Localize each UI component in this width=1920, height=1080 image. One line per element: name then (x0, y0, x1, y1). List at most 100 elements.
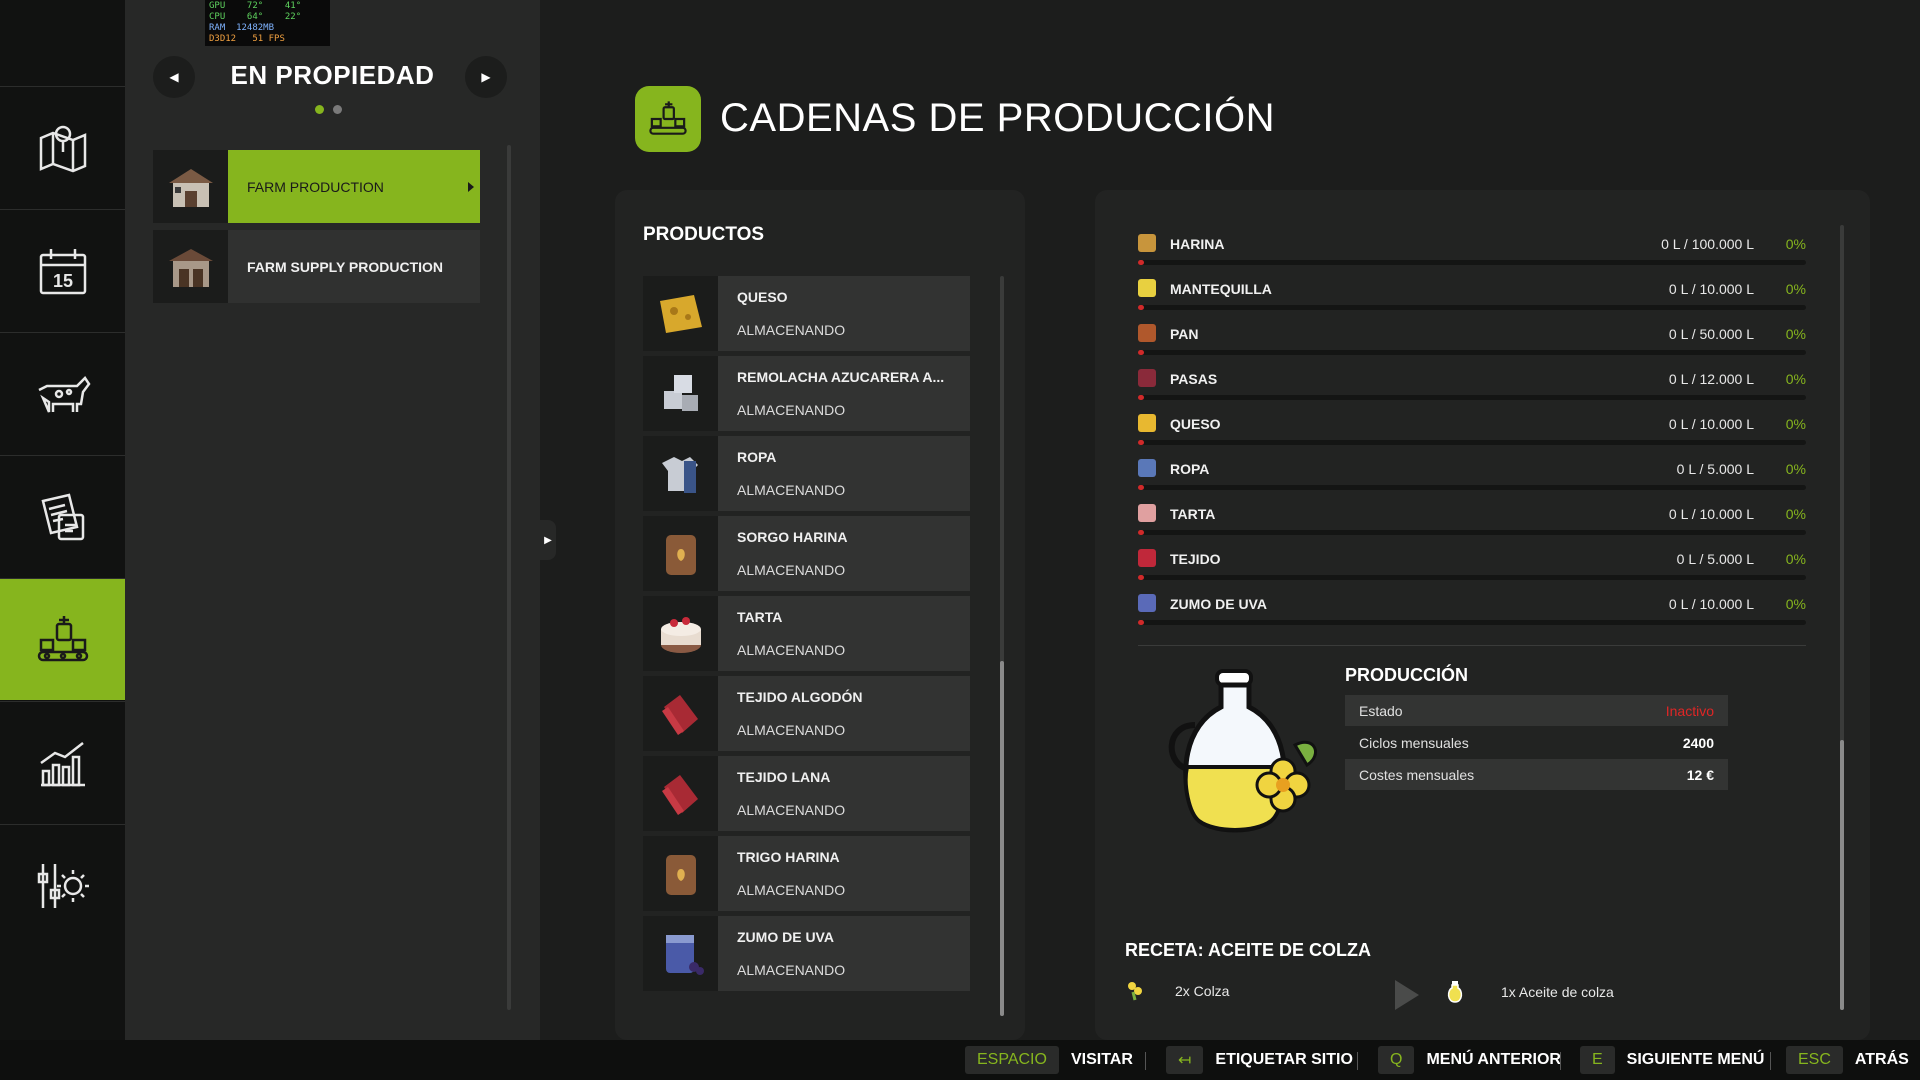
tag-place-hint[interactable]: ↤ ETIQUETAR SITIO (1166, 1046, 1353, 1074)
storage-progress-fill (1138, 350, 1144, 355)
storage-percent: 0% (1785, 326, 1806, 342)
bottom-hint-bar: ESPACIO VISITAR ↤ ETIQUETAR SITIO Q MENÚ… (0, 1040, 1920, 1080)
grape-juice-icon (643, 916, 718, 991)
animals-menu-button[interactable] (0, 332, 125, 454)
list-item[interactable]: REMOLACHA AZUCARERA A... ALMACENANDO (643, 356, 970, 431)
zumo-de-uva-icon (1138, 594, 1156, 612)
harina-icon (1138, 234, 1156, 252)
divider (1560, 1052, 1561, 1070)
storage-row: TARTA 0 L / 10.000 L 0% (1138, 500, 1806, 545)
key-space: ESPACIO (965, 1046, 1059, 1074)
production-item-label: FARM SUPPLY PRODUCTION (247, 258, 444, 275)
storage-card: HARINA 0 L / 100.000 L 0% MANTEQUILLA 0 L / … (1095, 190, 1870, 1040)
storage-progress-bar (1138, 440, 1806, 445)
list-item[interactable]: ROPA ALMACENANDO (643, 436, 970, 511)
next-page-button[interactable]: ▶ (465, 56, 507, 98)
list-item[interactable]: TARTA ALMACENANDO (643, 596, 970, 671)
storage-percent: 0% (1785, 371, 1806, 387)
recipe-input-label: 2x Colza (1175, 983, 1230, 999)
perf-fps: D3D12 51 FPS (209, 34, 285, 44)
production-menu-button[interactable] (0, 578, 134, 700)
divider (1138, 645, 1806, 646)
product-name: TEJIDO ALGODÓN (737, 689, 863, 705)
products-title: PRODUCTOS (643, 224, 765, 245)
products-list: QUESO ALMACENANDO REMOLACHA AZUCARERA A..… (643, 276, 970, 996)
list-item[interactable]: TEJIDO ALGODÓN ALMACENANDO (643, 676, 970, 751)
storage-item-name: PASAS (1170, 371, 1218, 387)
storage-amount: 0 L / 10.000 L (1668, 506, 1754, 522)
storage-progress-fill (1138, 395, 1144, 400)
storage-progress-bar (1138, 620, 1806, 625)
fabric-icon (643, 676, 718, 751)
calendar-menu-button[interactable]: 15 (0, 209, 125, 331)
collapse-panel-tab[interactable]: ▶ (540, 520, 556, 560)
svg-text:15: 15 (52, 271, 72, 291)
product-status: ALMACENANDO (737, 962, 846, 978)
settings-menu-button[interactable] (0, 824, 125, 946)
storage-progress-fill (1138, 575, 1144, 580)
back-hint[interactable]: ESC ATRÁS (1786, 1046, 1909, 1074)
product-name: QUESO (737, 289, 788, 305)
storage-amount: 0 L / 10.000 L (1668, 281, 1754, 297)
list-item[interactable]: QUESO ALMACENANDO (643, 276, 970, 351)
storage-scrollbar[interactable] (1840, 225, 1844, 1010)
storage-progress-bar (1138, 485, 1806, 490)
monthly-costs-value: 12 € (1686, 766, 1714, 783)
storage-amount: 0 L / 10.000 L (1668, 416, 1754, 432)
list-item[interactable]: TEJIDO LANA ALMACENANDO (643, 756, 970, 831)
scrollbar-thumb[interactable] (1000, 661, 1004, 1016)
map-menu-button[interactable] (0, 86, 125, 208)
left-scrollbar[interactable] (507, 145, 511, 1010)
page-title: CADENAS DE PRODUCCIÓN (720, 96, 1276, 140)
previous-menu-hint[interactable]: Q MENÚ ANTERIOR (1378, 1046, 1561, 1074)
storage-percent: 0% (1785, 281, 1806, 297)
list-item[interactable]: ZUMO DE UVA ALMACENANDO (643, 916, 970, 991)
next-menu-hint[interactable]: E SIGUIENTE MENÚ (1580, 1046, 1764, 1074)
visit-hint[interactable]: ESPACIO VISITAR (965, 1046, 1133, 1074)
cheese-icon (643, 276, 718, 351)
storage-progress-bar (1138, 350, 1806, 355)
pasas-icon (1138, 369, 1156, 387)
product-status: ALMACENANDO (737, 722, 846, 738)
storage-progress-fill (1138, 440, 1144, 445)
page-dot[interactable] (333, 105, 342, 114)
owned-productions-panel: GPU 72° 41° CPU 64° 22° RAM 12482MB D3D1… (125, 0, 540, 1040)
storage-row: HARINA 0 L / 100.000 L 0% (1138, 230, 1806, 275)
arrow-right-icon: ▶ (544, 534, 552, 546)
storage-row: QUESO 0 L / 10.000 L 0% (1138, 410, 1806, 455)
storage-item-name: ZUMO DE UVA (1170, 596, 1267, 612)
monthly-costs-label: Costes mensuales (1359, 766, 1475, 783)
key-q: Q (1378, 1046, 1415, 1074)
product-status: ALMACENANDO (737, 802, 846, 818)
page-dot-active[interactable] (315, 105, 324, 114)
product-name: ROPA (737, 449, 777, 465)
list-item[interactable]: TRIGO HARINA ALMACENANDO (643, 836, 970, 911)
perf-ram: RAM 12482MB (209, 23, 275, 33)
production-item-farm-supply-production[interactable]: FARM SUPPLY PRODUCTION (153, 230, 480, 303)
storage-item-name: ROPA (1170, 461, 1210, 477)
product-name: TARTA (737, 609, 783, 625)
storage-progress-fill (1138, 305, 1144, 310)
statistics-menu-button[interactable] (0, 701, 125, 823)
flour-sack-icon (643, 836, 718, 911)
previous-menu-label: MENÚ ANTERIOR (1426, 1051, 1561, 1068)
tarta-icon (1138, 504, 1156, 522)
list-item[interactable]: SORGO HARINA ALMACENANDO (643, 516, 970, 591)
storage-progress-bar (1138, 575, 1806, 580)
storage-percent: 0% (1785, 551, 1806, 567)
rapeseed-icon (1128, 982, 1142, 1001)
scrollbar-thumb[interactable] (1840, 740, 1844, 1010)
product-name: SORGO HARINA (737, 529, 848, 545)
key-e: E (1580, 1046, 1615, 1074)
storage-progress-fill (1138, 485, 1144, 490)
contracts-menu-button[interactable] (0, 455, 125, 577)
farm-building-icon (153, 150, 228, 223)
products-scrollbar[interactable] (1000, 276, 1004, 1016)
statistics-icon (39, 741, 85, 786)
production-title: PRODUCCIÓN (1345, 665, 1469, 685)
production-chains-icon (635, 86, 701, 152)
storage-percent: 0% (1785, 596, 1806, 612)
storage-amount: 0 L / 5.000 L (1676, 461, 1754, 477)
page-indicator (315, 105, 342, 114)
production-item-farm-production[interactable]: FARM PRODUCTION (153, 150, 480, 223)
